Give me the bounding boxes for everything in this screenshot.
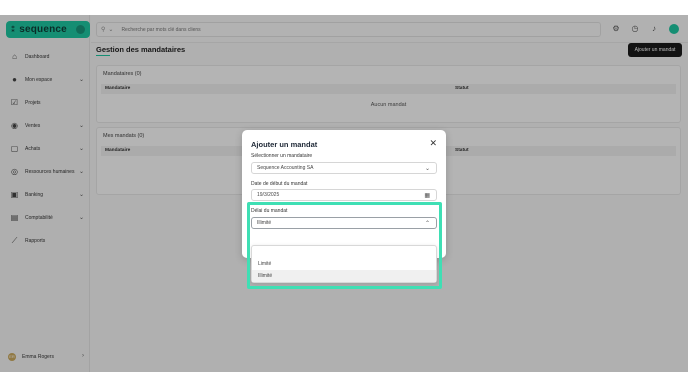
date-label: Date de début du mandat xyxy=(251,181,308,187)
mandataire-select[interactable]: Sequence Accounting SA ⌄ xyxy=(251,162,437,174)
modal-title: Ajouter un mandat xyxy=(251,140,318,149)
date-input-value: 19/3/2025 xyxy=(257,192,280,198)
app-frame: ⁑ sequence ⌂ Dashboard ● Mon espace ⌄ ☑ … xyxy=(0,15,688,372)
date-input[interactable]: 19/3/2025 ▦ xyxy=(251,189,437,201)
calendar-icon[interactable]: ▦ xyxy=(424,192,430,199)
chevron-down-icon: ⌄ xyxy=(424,166,430,172)
mandataire-label: Sélectionner un mandataire xyxy=(251,153,313,159)
mandataire-select-value: Sequence Accounting SA xyxy=(257,165,314,171)
close-icon[interactable]: ✕ xyxy=(429,139,437,148)
highlight-box xyxy=(247,202,442,289)
